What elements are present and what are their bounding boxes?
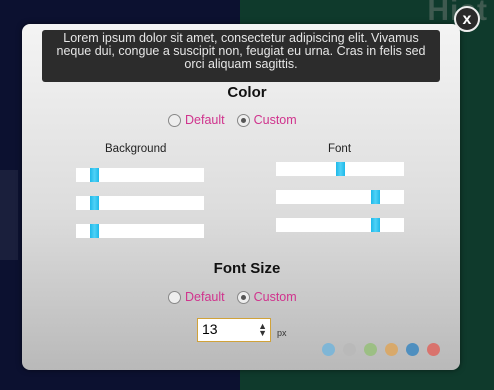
unit-label: px (277, 328, 287, 338)
background-green-slider[interactable] (76, 196, 204, 210)
radio-label: Custom (253, 113, 297, 127)
font-blue-slider[interactable] (276, 218, 404, 232)
slider-thumb[interactable] (336, 162, 345, 176)
radio-circle (168, 290, 181, 304)
font-label: Font (328, 143, 352, 155)
slider-thumb[interactable] (371, 190, 380, 204)
slider-thumb[interactable] (371, 218, 380, 232)
font-red-slider[interactable] (276, 162, 404, 176)
slider-thumb[interactable] (90, 196, 99, 210)
color-default-radio[interactable]: Default (168, 113, 225, 127)
slider-thumb[interactable] (90, 168, 99, 182)
radio-circle (168, 113, 181, 127)
swatch[interactable] (427, 343, 440, 356)
font-size-radio-group: Default Custom (168, 289, 309, 305)
preview-text: Lorem ipsum dolor sit amet, consectetur … (42, 30, 440, 82)
background-red-slider[interactable] (76, 168, 204, 182)
slider-thumb[interactable] (90, 224, 99, 238)
spinner-arrows-icon[interactable]: ▲ ▼ (258, 322, 267, 338)
swatch[interactable] (343, 343, 356, 356)
radio-label: Default (185, 113, 225, 127)
swatch[interactable] (322, 343, 335, 356)
font-green-slider[interactable] (276, 190, 404, 204)
font-size-default-radio[interactable]: Default (168, 290, 225, 304)
color-heading: Color (227, 84, 267, 101)
color-radio-group: Default Custom (168, 112, 309, 128)
radio-circle-checked (236, 290, 250, 304)
radio-label: Default (185, 290, 225, 304)
swatch[interactable] (406, 343, 419, 356)
radio-circle-checked (236, 113, 250, 127)
font-size-input[interactable]: 13 ▲ ▼ (197, 318, 271, 342)
color-custom-radio[interactable]: Custom (236, 113, 297, 127)
font-size-value: 13 (202, 321, 218, 337)
swatch[interactable] (385, 343, 398, 356)
swatch[interactable] (364, 343, 377, 356)
radio-label: Custom (253, 290, 297, 304)
background-label: Background (105, 143, 167, 155)
close-button[interactable]: x (454, 6, 480, 32)
background-blue-slider[interactable] (76, 224, 204, 238)
font-size-heading: Font Size (213, 260, 281, 277)
background-strip (0, 170, 18, 260)
font-size-custom-radio[interactable]: Custom (236, 290, 297, 304)
color-swatches (322, 343, 448, 356)
